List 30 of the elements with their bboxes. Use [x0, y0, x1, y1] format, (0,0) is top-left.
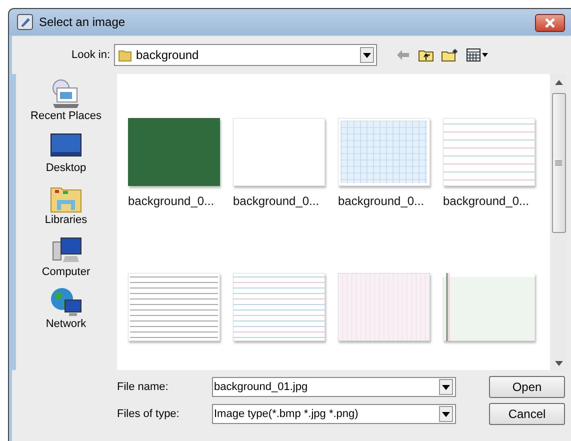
new-folder-icon[interactable]	[441, 48, 459, 62]
file-name-label[interactable]: background_0...	[128, 194, 214, 208]
up-folder-icon[interactable]	[418, 48, 434, 62]
scroll-down-icon[interactable]	[554, 361, 562, 366]
place-item[interactable]: Recent Places	[30, 78, 102, 127]
look-in-label: Look in:	[70, 49, 111, 61]
close-button[interactable]	[535, 14, 565, 32]
folder-icon	[118, 48, 132, 62]
cancel-button[interactable]: Cancel	[489, 403, 565, 425]
globe-monitor-icon	[49, 286, 83, 318]
look-in-dropdown[interactable]: background	[114, 44, 377, 66]
view-menu-icon[interactable]	[466, 48, 488, 62]
file-name-label[interactable]: background_0...	[233, 194, 320, 208]
scroll-thumb[interactable]	[552, 93, 566, 233]
place-item[interactable]: Computer	[42, 234, 90, 283]
file-type-dropdown[interactable]: Image type(*.bmp *.jpg *.png)	[212, 404, 456, 424]
place-item[interactable]: Desktop	[46, 130, 86, 179]
scroll-up-icon[interactable]	[554, 80, 562, 85]
file-name-label[interactable]: background_0...	[338, 194, 424, 208]
close-icon	[544, 18, 556, 28]
open-button[interactable]: Open	[489, 376, 565, 398]
file-name-label: File name:	[117, 381, 170, 393]
window-title: Select an image	[39, 15, 126, 29]
file-name-field[interactable]: background_01.jpg	[212, 377, 456, 397]
place-item[interactable]: Libraries	[44, 182, 88, 231]
back-arrow-icon[interactable]	[395, 48, 411, 62]
file-name-label[interactable]: background_0...	[443, 194, 530, 208]
app-icon	[17, 14, 33, 30]
place-item[interactable]: Network	[46, 286, 86, 335]
file-type-label: Files of type:	[117, 408, 180, 420]
